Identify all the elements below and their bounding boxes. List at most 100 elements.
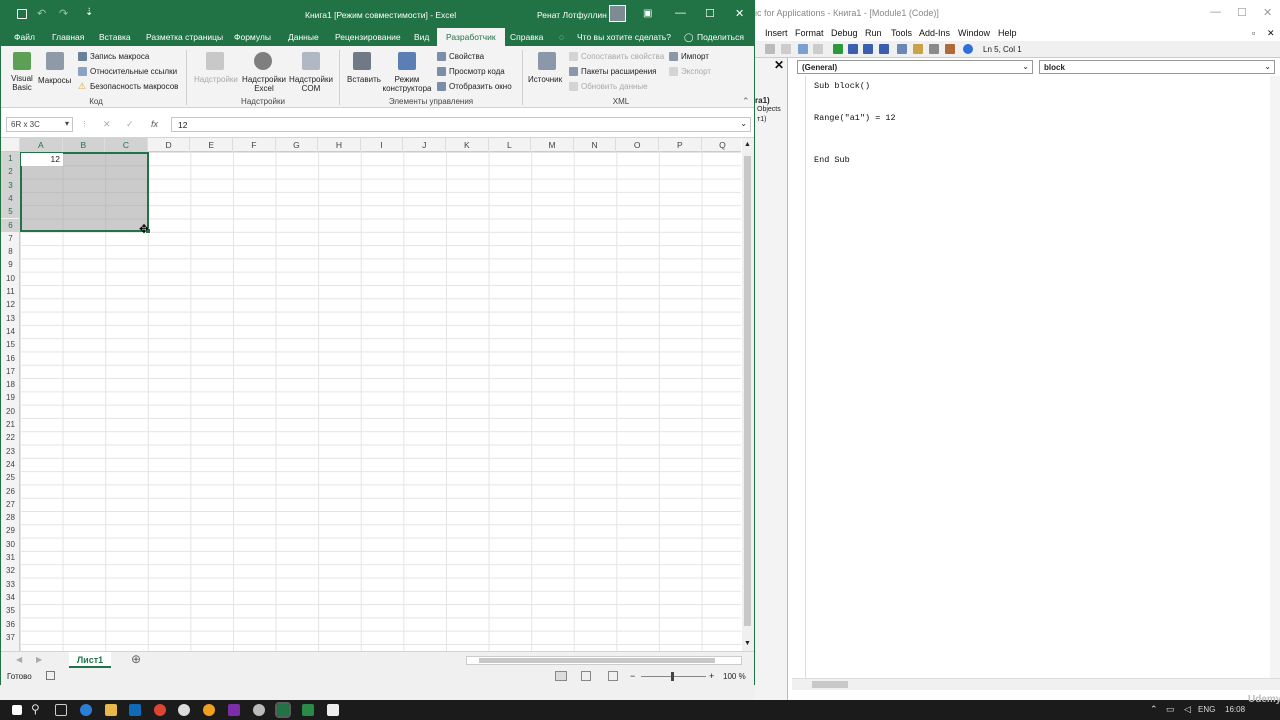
record-macro-button[interactable]: Запись макроса	[90, 52, 149, 61]
design-mode-icon[interactable]	[879, 44, 889, 54]
row-header-35[interactable]: 35	[1, 604, 20, 617]
row-header-26[interactable]: 26	[1, 485, 20, 498]
tab-home[interactable]: Главная	[52, 32, 84, 42]
row-header-9[interactable]: 9	[1, 258, 20, 271]
row-header-36[interactable]: 36	[1, 618, 20, 631]
close-icon[interactable]: ✕	[1263, 6, 1272, 19]
column-header-o[interactable]: O	[616, 138, 659, 152]
menu-help[interactable]: Help	[998, 28, 1017, 38]
zoom-level[interactable]: 100 %	[723, 672, 746, 681]
onenote-icon[interactable]	[228, 704, 240, 716]
collapse-ribbon-icon[interactable]: ⌃	[742, 96, 750, 107]
windows-start-icon[interactable]	[12, 705, 22, 715]
tab-view[interactable]: Вид	[414, 32, 429, 42]
task-view-icon[interactable]	[55, 704, 67, 716]
vertical-scrollbar[interactable]: ▲ ▼	[742, 138, 754, 651]
page-break-view-icon[interactable]	[608, 671, 618, 681]
row-header-3[interactable]: 3	[1, 178, 20, 192]
tab-data[interactable]: Данные	[288, 32, 319, 42]
code-vscroll[interactable]	[1270, 76, 1280, 683]
row-header-21[interactable]: 21	[1, 418, 20, 431]
tab-formulas[interactable]: Формулы	[234, 32, 271, 42]
macros-icon[interactable]	[46, 52, 64, 70]
zoom-in-icon[interactable]: +	[709, 671, 714, 681]
column-header-q[interactable]: Q	[702, 138, 741, 152]
menu-addins[interactable]: Add-Ins	[919, 28, 950, 38]
project-explorer-icon[interactable]	[897, 44, 907, 54]
column-header-e[interactable]: E	[190, 138, 233, 152]
properties-button[interactable]: Свойства	[449, 52, 484, 61]
chrome-icon[interactable]	[154, 704, 166, 716]
maximize-icon[interactable]: ☐	[705, 7, 715, 20]
relative-refs-button[interactable]: Относительные ссылки	[90, 67, 177, 76]
row-header-10[interactable]: 10	[1, 272, 20, 285]
row-header-23[interactable]: 23	[1, 445, 20, 458]
maximize-icon[interactable]: ☐	[1237, 6, 1247, 19]
properties-icon[interactable]	[913, 44, 923, 54]
close-icon[interactable]: ✕	[735, 7, 744, 20]
row-header-2[interactable]: 2	[1, 165, 20, 179]
reset-icon[interactable]	[863, 44, 873, 54]
column-header-b[interactable]: B	[62, 138, 106, 152]
column-header-c[interactable]: C	[105, 138, 148, 152]
tab-insert[interactable]: Вставка	[99, 32, 131, 42]
code-line[interactable]: Range("a1") = 12	[814, 113, 896, 123]
row-header-6[interactable]: 6	[1, 218, 20, 232]
network-icon[interactable]: ▭	[1166, 704, 1175, 715]
zoom-out-icon[interactable]: −	[630, 671, 635, 681]
row-header-37[interactable]: 37	[1, 631, 20, 644]
row-header-4[interactable]: 4	[1, 191, 20, 206]
prev-sheet-icon[interactable]: ◀	[16, 655, 22, 664]
code-line[interactable]: End Sub	[814, 155, 850, 165]
row-header-20[interactable]: 20	[1, 405, 20, 418]
language-indicator[interactable]: ENG	[1198, 705, 1215, 714]
horizontal-scrollbar[interactable]	[466, 656, 742, 665]
run-dialog-button[interactable]: Отобразить окно	[449, 82, 512, 91]
tray-chevron-icon[interactable]: ⌃	[1150, 704, 1158, 715]
formula-input[interactable]: 12 ⌄	[171, 117, 751, 132]
tab-developer[interactable]: Разработчик	[437, 28, 505, 47]
com-addins-button[interactable]: Надстройки COM	[289, 75, 333, 93]
tell-me-search[interactable]: Что вы хотите сделать?	[577, 32, 671, 42]
row-header-30[interactable]: 30	[1, 538, 20, 551]
row-header-8[interactable]: 8	[1, 245, 20, 258]
macro-security-button[interactable]: Безопасность макросов	[90, 82, 178, 91]
column-header-i[interactable]: I	[361, 138, 404, 152]
code-line[interactable]: Sub block()	[814, 81, 870, 91]
insert-module-icon[interactable]	[781, 44, 791, 54]
app-icon[interactable]	[178, 704, 190, 716]
customize-qat-icon[interactable]: ⇣	[85, 7, 93, 18]
close-doc-icon[interactable]: ✕	[1267, 28, 1275, 39]
column-header-l[interactable]: L	[489, 138, 532, 152]
volume-icon[interactable]: ◁	[1184, 704, 1191, 715]
visual-basic-icon[interactable]	[13, 52, 31, 70]
undo-icon[interactable]: ↶	[37, 7, 46, 20]
tab-file[interactable]: Файл	[14, 32, 35, 42]
code-hscroll[interactable]	[792, 678, 1280, 690]
row-header-7[interactable]: 7	[1, 232, 20, 245]
next-sheet-icon[interactable]: ▶	[36, 655, 42, 664]
row-header-19[interactable]: 19	[1, 391, 20, 404]
row-header-17[interactable]: 17	[1, 365, 20, 378]
row-header-13[interactable]: 13	[1, 312, 20, 325]
tab-review[interactable]: Рецензирование	[335, 32, 401, 42]
object-dropdown[interactable]: (General) ⌄	[797, 60, 1033, 74]
column-header-h[interactable]: H	[318, 138, 361, 152]
column-header-j[interactable]: J	[403, 138, 446, 152]
share-button[interactable]: Поделиться	[697, 32, 744, 42]
menu-tools[interactable]: Tools	[891, 28, 912, 38]
avatar[interactable]	[609, 5, 626, 22]
search-icon[interactable]: ⚲	[31, 702, 40, 716]
enter-icon[interactable]: ✓	[126, 119, 134, 130]
row-header-25[interactable]: 25	[1, 471, 20, 484]
row-header-16[interactable]: 16	[1, 352, 20, 365]
zoom-thumb[interactable]	[671, 672, 674, 681]
scroll-thumb[interactable]	[812, 681, 848, 688]
xml-source-button[interactable]: Источник	[528, 75, 562, 84]
cell-a1[interactable]: 12	[21, 153, 63, 166]
minimize-icon[interactable]: —	[675, 7, 686, 19]
cancel-icon[interactable]: ✕	[103, 119, 111, 130]
gear-icon[interactable]	[254, 52, 272, 70]
row-header-14[interactable]: 14	[1, 325, 20, 338]
column-header-g[interactable]: G	[276, 138, 319, 152]
